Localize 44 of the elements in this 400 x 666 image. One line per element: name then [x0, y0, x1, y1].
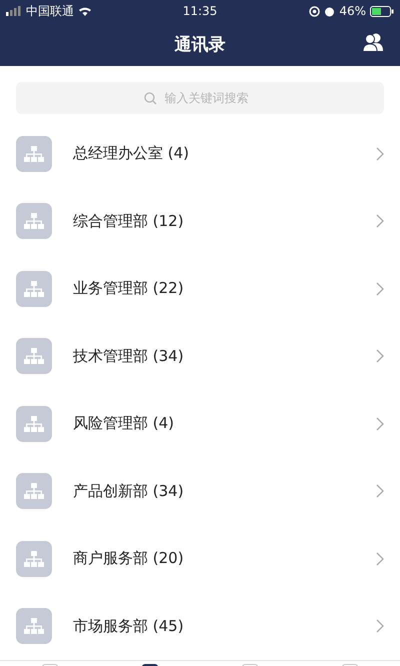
org-chart-icon — [16, 473, 52, 510]
chevron-right-icon — [376, 484, 384, 498]
search-icon — [144, 92, 156, 104]
chevron-right-icon — [376, 349, 384, 364]
department-row[interactable]: 市场服务部 (45) — [0, 592, 400, 660]
page-title: 通讯录 — [174, 34, 226, 56]
clock-time: 11:35 — [182, 4, 218, 18]
department-name: 业务管理部 (22) — [73, 279, 185, 298]
department-name: 总经理办公室 (4) — [73, 144, 190, 164]
department-name: 综合管理部 (12) — [73, 212, 185, 231]
department-name: 产品创新部 (34) — [73, 482, 185, 501]
chevron-right-icon — [376, 282, 384, 296]
chevron-right-icon — [376, 619, 384, 634]
org-chart-icon — [16, 203, 52, 240]
org-chart-icon — [16, 338, 52, 374]
department-name: 技术管理部 (34) — [73, 346, 185, 366]
department-row[interactable]: 商户服务部 (20) — [0, 525, 400, 592]
carrier-name: 中国联通 — [26, 2, 74, 20]
org-chart-icon — [16, 270, 52, 307]
department-row[interactable]: 产品创新部 (34) — [0, 458, 400, 525]
org-chart-icon — [16, 406, 52, 442]
contacts-button[interactable] — [362, 32, 384, 52]
department-name: 风险管理部 (4) — [73, 414, 176, 434]
chevron-right-icon — [376, 214, 384, 228]
search-field[interactable]: 输入关键词搜索 — [162, 90, 256, 106]
department-row[interactable]: 业务管理部 (22) — [0, 255, 400, 322]
battery-percent: 46% — [339, 4, 366, 18]
department-row[interactable]: 技术管理部 (34) — [0, 322, 400, 390]
org-chart-icon — [16, 136, 52, 172]
department-row[interactable]: 风险管理部 (4) — [0, 390, 400, 458]
department-row[interactable]: 综合管理部 (12) — [0, 188, 400, 255]
department-name: 市场服务部 (45) — [73, 616, 185, 636]
org-chart-icon — [16, 540, 52, 577]
department-name: 商户服务部 (20) — [73, 549, 185, 568]
department-row[interactable]: 总经理办公室 (4) — [0, 120, 400, 188]
signal-icon — [6, 6, 22, 16]
chevron-right-icon — [376, 552, 384, 566]
org-chart-icon — [16, 608, 52, 644]
chevron-right-icon — [376, 146, 384, 161]
battery-icon — [370, 6, 394, 16]
chevron-right-icon — [376, 416, 384, 431]
rotation-lock-icon — [309, 6, 320, 16]
wifi-icon — [78, 6, 92, 16]
people-icon — [362, 32, 384, 52]
